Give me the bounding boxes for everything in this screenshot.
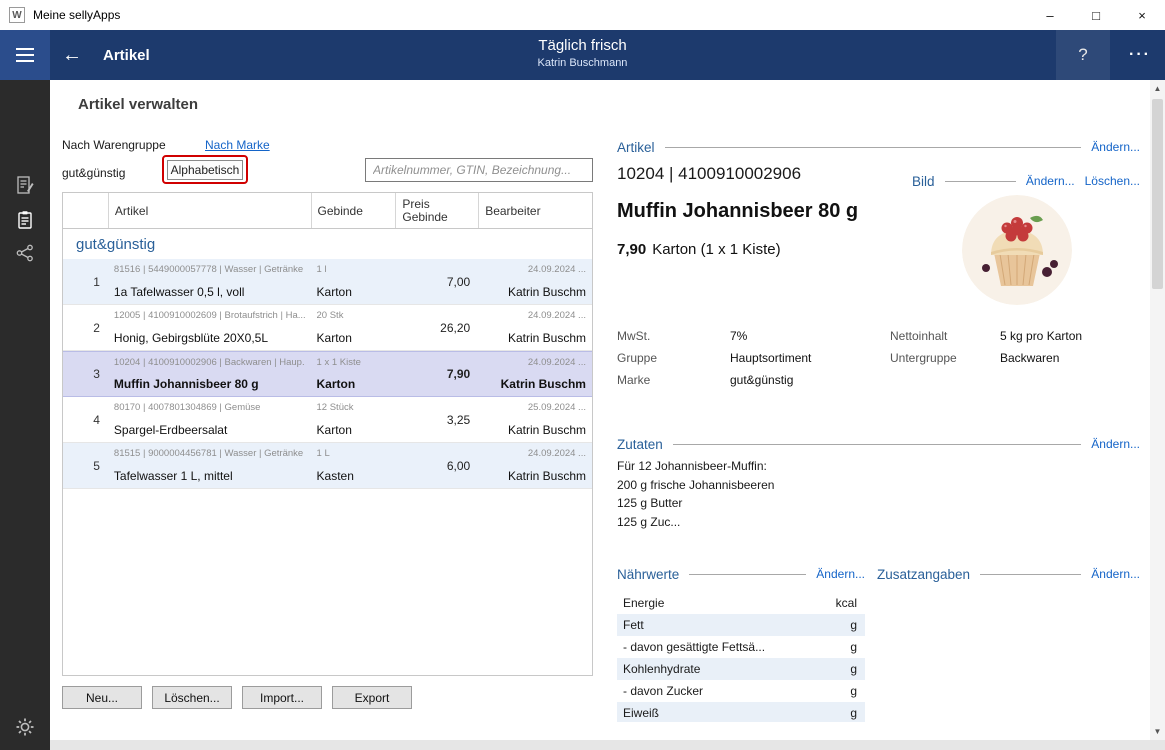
col-header-gebinde: Gebinde [311, 193, 396, 228]
marke-label: Marke [617, 373, 650, 387]
app-icon: W [9, 7, 25, 23]
table-header-row: Artikel Gebinde PreisGebinde Bearbeiter [63, 193, 592, 229]
scrollbar-thumb[interactable] [1152, 99, 1163, 289]
naehrwert-row: - davon Zuckerg [617, 680, 865, 702]
import-button[interactable]: Import... [242, 686, 322, 709]
artikel-section-header: Artikel Ändern... [617, 138, 1140, 156]
col-header-bearbeiter: Bearbeiter [478, 193, 592, 228]
search-input[interactable] [365, 158, 593, 182]
untergruppe-label: Untergruppe [890, 351, 957, 365]
sidebar [0, 80, 50, 750]
back-button[interactable]: ← [62, 30, 82, 80]
gear-icon [15, 717, 35, 737]
shop-name: Täglich frisch [0, 37, 1165, 54]
zusatzangaben-section-title: Zusatzangaben [877, 567, 970, 582]
marke-value: gut&günstig [730, 373, 793, 387]
naehrwerte-section-header: Nährwerte Ändern... [617, 565, 865, 583]
article-table: Artikel Gebinde PreisGebinde Bearbeiter … [62, 192, 593, 676]
nettoinhalt-label: Nettoinhalt [890, 329, 947, 343]
share-nodes-icon [15, 243, 35, 263]
nettoinhalt-value: 5 kg pro Karton [1000, 329, 1082, 343]
tab-nach-warengruppe[interactable]: Nach Warengruppe [62, 138, 166, 152]
group-header: gut&günstig [63, 229, 592, 259]
article-number: 10204 | 4100910002906 [617, 164, 801, 184]
zutaten-section-header: Zutaten Ändern... [617, 435, 1140, 453]
document-pen-icon [15, 175, 35, 195]
window-controls: – □ × [1027, 0, 1165, 30]
help-button[interactable]: ? [1056, 30, 1110, 80]
article-row[interactable]: 5 81515 | 9000004456781 | Wasser | Geträ… [63, 443, 592, 489]
app-header: ← Artikel Täglich frisch Katrin Buschman… [0, 30, 1165, 80]
untergruppe-value: Backwaren [1000, 351, 1059, 365]
sidebar-item-settings[interactable] [14, 716, 36, 738]
naehrwert-row: - davon gesättigte Fettsä...g [617, 636, 865, 658]
scroll-down-icon[interactable]: ▼ [1150, 723, 1165, 740]
alphabetisch-button[interactable]: Alphabetisch [167, 160, 243, 180]
gruppe-value: Hauptsortiment [730, 351, 811, 365]
gruppe-label: Gruppe [617, 351, 657, 365]
user-name: Katrin Buschmann [0, 57, 1165, 69]
close-button[interactable]: × [1119, 0, 1165, 30]
article-row[interactable]: 2 12005 | 4100910002609 | Brotaufstrich … [63, 305, 592, 351]
main-content: Artikel verwalten Nach Warengruppe Nach … [50, 80, 1150, 740]
naehrwerte-aendern-link[interactable]: Ändern... [816, 567, 865, 581]
minimize-button[interactable]: – [1027, 0, 1073, 30]
loeschen-button[interactable]: Löschen... [152, 686, 232, 709]
export-button[interactable]: Export [332, 686, 412, 709]
article-row-selected[interactable]: 3 10204 | 4100910002906 | Backwaren | Ha… [63, 351, 592, 397]
maximize-button[interactable]: □ [1073, 0, 1119, 30]
bild-section-header: Bild Ändern... Löschen... [912, 172, 1140, 190]
bild-loeschen-link[interactable]: Löschen... [1085, 174, 1140, 188]
naehrwert-row: Eiweißg [617, 702, 865, 722]
article-image [962, 195, 1072, 305]
sidebar-item-artikel[interactable] [14, 209, 36, 231]
col-header-index [63, 193, 108, 228]
zusatzangaben-section-header: Zusatzangaben Ändern... [877, 565, 1140, 583]
artikel-section-title: Artikel [617, 140, 655, 155]
sidebar-item-orders[interactable] [14, 174, 36, 196]
article-row[interactable]: 1 81516 | 5449000057778 | Wasser | Geträ… [63, 259, 592, 305]
bild-section-title: Bild [912, 174, 935, 189]
brand-filter-label: gut&günstig [62, 166, 125, 180]
col-header-artikel: Artikel [108, 193, 311, 228]
bild-aendern-link[interactable]: Ändern... [1026, 174, 1075, 188]
neu-button[interactable]: Neu... [62, 686, 142, 709]
vertical-scrollbar[interactable]: ▲ ▼ [1150, 80, 1165, 740]
window-title: Meine sellyApps [33, 8, 120, 22]
clipboard-icon [15, 210, 35, 230]
zutaten-section-title: Zutaten [617, 437, 663, 452]
tab-nach-marke[interactable]: Nach Marke [205, 138, 270, 152]
zutaten-aendern-link[interactable]: Ändern... [1091, 437, 1140, 451]
page-title: Artikel verwalten [78, 96, 198, 113]
naehrwert-row: Kohlenhydrateg [617, 658, 865, 680]
article-price-unit: Karton (1 x 1 Kiste) [652, 241, 780, 258]
sidebar-item-share[interactable] [14, 242, 36, 264]
scroll-up-icon[interactable]: ▲ [1150, 80, 1165, 97]
zusatzangaben-aendern-link[interactable]: Ändern... [1091, 567, 1140, 581]
article-row[interactable]: 4 80170 | 4007801304869 | GemüseSpargel-… [63, 397, 592, 443]
header-center: Täglich frisch Katrin Buschmann [0, 37, 1165, 69]
artikel-aendern-link[interactable]: Ändern... [1091, 140, 1140, 154]
naehrwerte-section-title: Nährwerte [617, 567, 679, 582]
article-price-line: 7,90 Karton (1 x 1 Kiste) [617, 241, 781, 258]
article-price: 7,90 [617, 241, 646, 258]
mwst-label: MwSt. [617, 329, 650, 343]
status-bar [50, 740, 1165, 750]
mwst-value: 7% [730, 329, 747, 343]
window-titlebar: W Meine sellyApps – □ × [0, 0, 1165, 30]
more-options-button[interactable]: ··· [1118, 30, 1162, 80]
hamburger-menu-icon[interactable] [0, 30, 50, 80]
col-header-preis-gebinde: PreisGebinde [395, 193, 478, 228]
naehrwert-row: Energiekcal [617, 592, 865, 614]
naehrwerte-table: Energiekcal Fettg - davon gesättigte Fet… [617, 592, 865, 722]
article-name: Muffin Johannisbeer 80 g [617, 200, 858, 223]
naehrwert-row: Fettg [617, 614, 865, 636]
header-title: Artikel [103, 30, 150, 80]
zutaten-text: Für 12 Johannisbeer-Muffin: 200 g frisch… [617, 457, 774, 531]
